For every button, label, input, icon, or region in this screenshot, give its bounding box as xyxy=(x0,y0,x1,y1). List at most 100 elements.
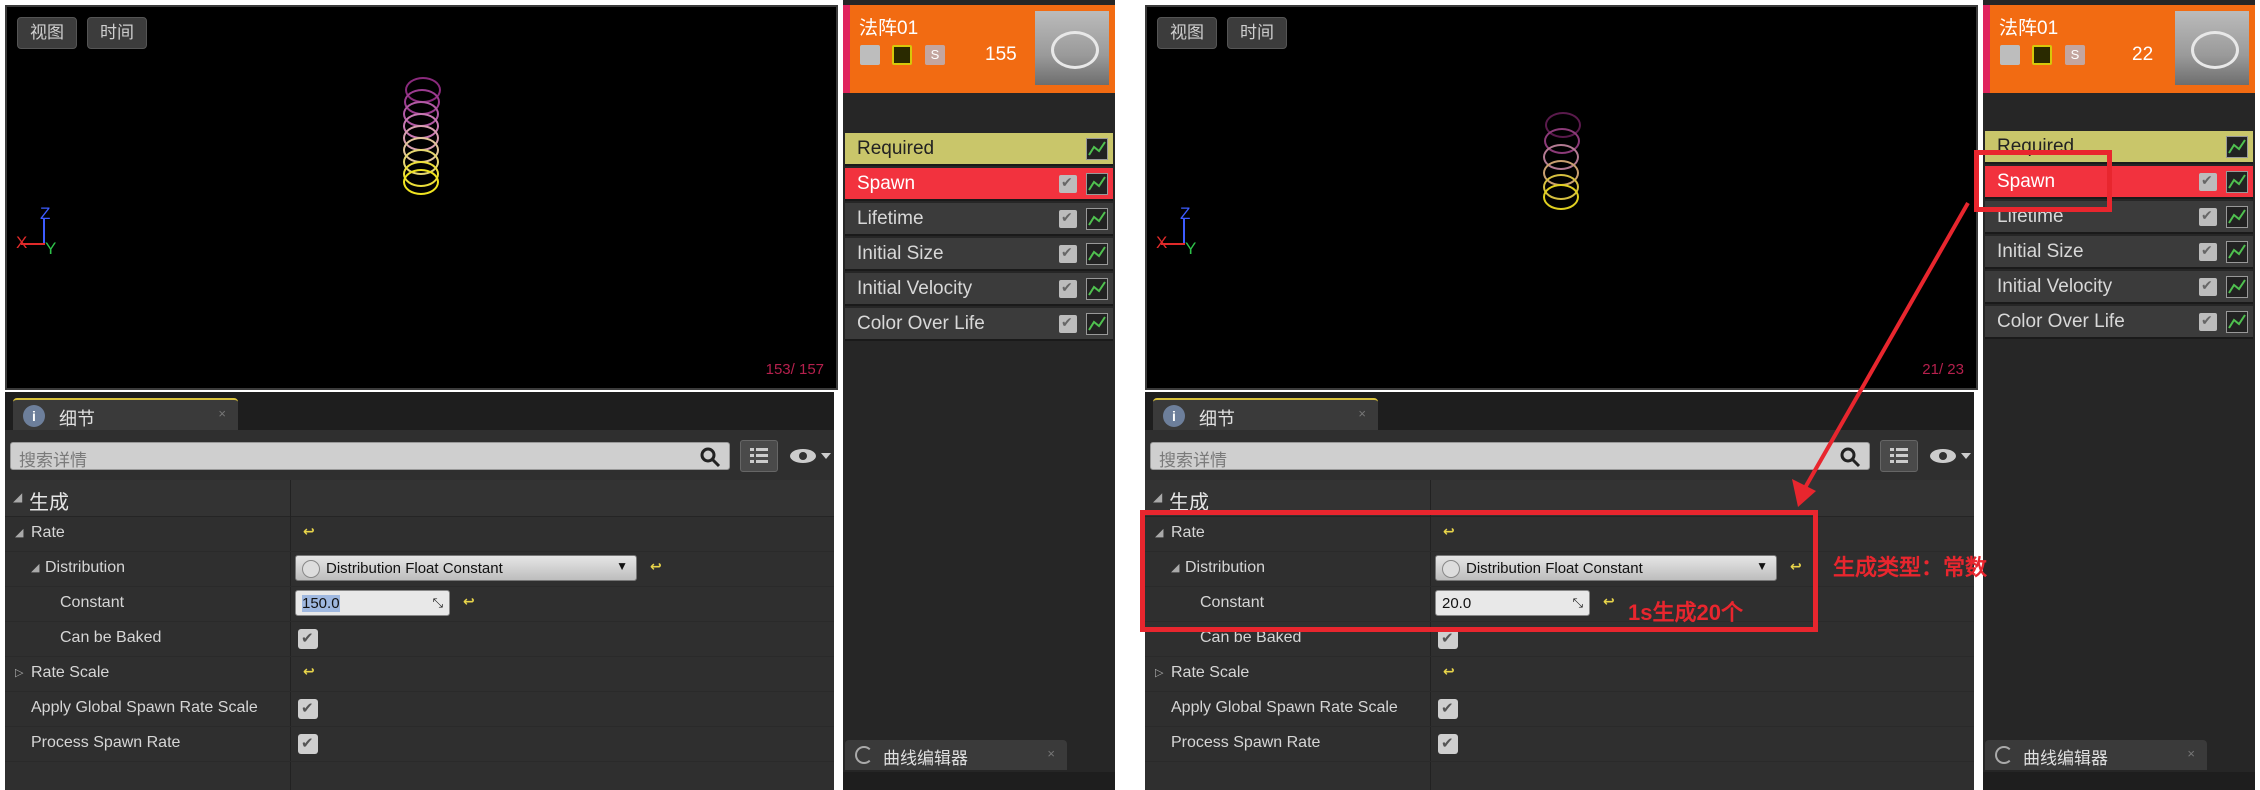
module-label: Initial Size xyxy=(1997,241,2084,262)
section-spawn-header[interactable]: ◢ 生成 xyxy=(5,480,834,517)
module-label: Initial Velocity xyxy=(1997,276,2113,297)
view-button[interactable]: 视图 xyxy=(17,17,77,49)
emitter-title: 法阵01 xyxy=(859,18,919,39)
info-icon: i xyxy=(23,405,45,427)
apply-global-checkbox[interactable] xyxy=(298,699,318,719)
emitter-icons: S xyxy=(2000,45,2093,65)
collapse-arrow-icon[interactable]: ◢ xyxy=(13,490,22,504)
render-mode-icon[interactable] xyxy=(892,45,913,65)
reset-arrow-icon[interactable]: ↩ xyxy=(1443,663,1455,680)
property-label: Rate Scale xyxy=(1171,664,1250,681)
eye-icon[interactable] xyxy=(787,444,833,468)
tab-label: 曲线编辑器 xyxy=(883,749,968,768)
apply-global-checkbox[interactable] xyxy=(1438,699,1458,719)
search-input[interactable]: 搜索详情 xyxy=(1150,442,1870,470)
render-mode-icon[interactable] xyxy=(2032,45,2053,65)
curve-graph-icon[interactable] xyxy=(2226,276,2248,298)
module-enable-checkbox[interactable] xyxy=(2199,277,2217,296)
module-enable-checkbox[interactable] xyxy=(2199,312,2217,331)
close-icon[interactable]: × xyxy=(218,406,226,421)
module-color-over-life[interactable]: Color Over Life xyxy=(1985,306,2253,339)
solo-icon[interactable]: S xyxy=(924,45,945,65)
tab-details[interactable]: i 细节 × xyxy=(1153,398,1378,430)
constant-input[interactable]: 150.0 ⤡ xyxy=(295,590,450,616)
emitter-column: 法阵01 S 22 Required Spawn Lifetime Initia… xyxy=(1983,0,2255,790)
emitter-thumbnail xyxy=(1035,11,1109,85)
close-icon[interactable]: × xyxy=(1047,746,1055,761)
module-enable-checkbox[interactable] xyxy=(2199,172,2217,191)
module-spawn[interactable]: Spawn xyxy=(845,168,1113,201)
distribution-type-note: 生成类型：常数 xyxy=(1833,555,1988,580)
particle-viewport[interactable]: 视图 时间 Z X Y 153/ 157 xyxy=(5,5,838,390)
module-initial-size[interactable]: Initial Size xyxy=(1985,236,2253,269)
emitter-header[interactable]: 法阵01 S 155 xyxy=(843,5,1115,93)
module-enable-checkbox[interactable] xyxy=(1059,244,1077,263)
module-enable-checkbox[interactable] xyxy=(1059,279,1077,298)
curve-graph-icon[interactable] xyxy=(2226,136,2248,158)
search-icon[interactable] xyxy=(699,446,721,468)
property-row-can-be-baked: Can be Baked xyxy=(5,621,834,657)
curve-graph-icon[interactable] xyxy=(2226,241,2248,263)
curve-graph-icon[interactable] xyxy=(2226,171,2248,193)
curve-graph-icon[interactable] xyxy=(1086,278,1108,300)
enable-checkbox-icon[interactable] xyxy=(860,45,880,65)
grid-icon xyxy=(750,448,768,463)
close-icon[interactable]: × xyxy=(1358,406,1366,421)
module-initial-velocity[interactable]: Initial Velocity xyxy=(845,273,1113,306)
expand-arrow-icon[interactable]: ◢ xyxy=(15,526,23,539)
time-button[interactable]: 时间 xyxy=(87,17,147,49)
curve-graph-icon[interactable] xyxy=(1086,243,1108,265)
time-button[interactable]: 时间 xyxy=(1227,17,1287,49)
curve-graph-icon[interactable] xyxy=(1086,173,1108,195)
collapse-arrow-icon[interactable]: ◢ xyxy=(1153,490,1162,504)
property-row-process-spawn: Process Spawn Rate xyxy=(1145,726,1974,762)
module-enable-checkbox[interactable] xyxy=(2199,207,2217,226)
reset-arrow-icon[interactable]: ↩ xyxy=(303,523,315,540)
can-be-baked-checkbox[interactable] xyxy=(298,629,318,649)
property-label: Can be Baked xyxy=(60,629,162,646)
emitter-particle-count: 155 xyxy=(985,44,1017,65)
module-required[interactable]: Required xyxy=(845,133,1113,166)
expand-arrow-icon[interactable]: ▷ xyxy=(15,666,23,679)
emitter-header[interactable]: 法阵01 S 22 xyxy=(1983,5,2255,93)
module-enable-checkbox[interactable] xyxy=(1059,209,1077,228)
tab-label: 细节 xyxy=(1199,409,1235,429)
process-spawn-checkbox[interactable] xyxy=(1438,734,1458,754)
distribution-dropdown[interactable]: Distribution Float Constant ▼ xyxy=(295,555,637,581)
property-row-process-spawn: Process Spawn Rate xyxy=(5,726,834,762)
reset-arrow-icon[interactable]: ↩ xyxy=(650,558,662,575)
module-initial-velocity[interactable]: Initial Velocity xyxy=(1985,271,2253,304)
curve-graph-icon[interactable] xyxy=(1086,208,1108,230)
constant-note: 1s生成20个 xyxy=(1628,600,1743,625)
module-color-over-life[interactable]: Color Over Life xyxy=(845,308,1113,341)
module-enable-checkbox[interactable] xyxy=(1059,174,1077,193)
view-button[interactable]: 视图 xyxy=(1157,17,1217,49)
constant-value: 150.0 xyxy=(302,595,340,612)
tab-curve-editor[interactable]: 曲线编辑器 × xyxy=(845,740,1067,770)
property-label: Rate Scale xyxy=(31,664,110,681)
curve-graph-icon[interactable] xyxy=(2226,311,2248,333)
annotation-arrow xyxy=(1792,202,1970,507)
curve-graph-icon[interactable] xyxy=(1086,313,1108,335)
module-lifetime[interactable]: Lifetime xyxy=(845,203,1113,236)
reset-arrow-icon[interactable]: ↩ xyxy=(463,593,475,610)
module-enable-checkbox[interactable] xyxy=(1059,314,1077,333)
curve-graph-icon[interactable] xyxy=(2226,206,2248,228)
module-enable-checkbox[interactable] xyxy=(2199,242,2217,261)
reset-arrow-icon[interactable]: ↩ xyxy=(303,663,315,680)
property-matrix-button[interactable] xyxy=(740,440,778,472)
search-input[interactable]: 搜索详情 xyxy=(10,442,730,470)
module-initial-size[interactable]: Initial Size xyxy=(845,238,1113,271)
process-spawn-checkbox[interactable] xyxy=(298,734,318,754)
tab-details[interactable]: i 细节 × xyxy=(13,398,238,430)
expand-arrow-icon[interactable]: ◢ xyxy=(31,561,39,574)
expand-arrow-icon[interactable]: ▷ xyxy=(1155,666,1163,679)
solo-icon[interactable]: S xyxy=(2064,45,2085,65)
info-icon: i xyxy=(1163,405,1185,427)
curve-graph-icon[interactable] xyxy=(1086,138,1108,160)
resize-arrow-icon[interactable]: ⤡ xyxy=(433,595,443,611)
can-be-baked-checkbox[interactable] xyxy=(1438,629,1458,649)
tab-curve-editor[interactable]: 曲线编辑器 × xyxy=(1985,740,2207,770)
enable-checkbox-icon[interactable] xyxy=(2000,45,2020,65)
close-icon[interactable]: × xyxy=(2187,746,2195,761)
